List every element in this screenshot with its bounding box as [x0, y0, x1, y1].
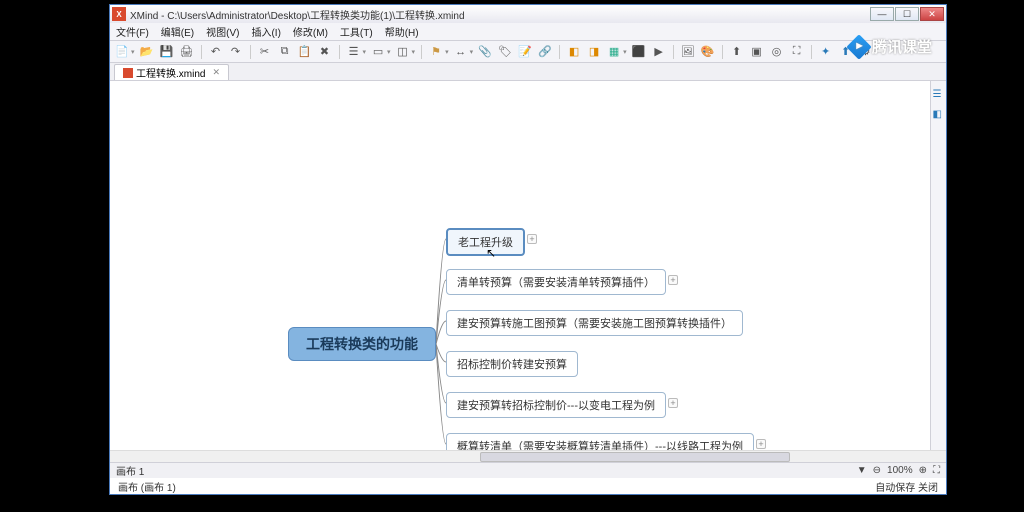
central-topic[interactable]: 工程转换类的功能 [288, 327, 436, 361]
paste-icon[interactable]: 📋 [297, 44, 313, 60]
drill-icon[interactable]: ▦ [606, 44, 622, 60]
delete-icon[interactable]: ✖ [317, 44, 333, 60]
expand-icon[interactable]: + [668, 398, 678, 408]
save-icon[interactable]: 💾 [159, 44, 175, 60]
theme-icon[interactable]: 🎨 [700, 44, 716, 60]
cut-icon[interactable]: ✂ [257, 44, 273, 60]
status-left: 画布 (画布 1) [118, 479, 176, 494]
open-icon[interactable]: 📂 [139, 44, 155, 60]
horizontal-scrollbar[interactable] [110, 450, 946, 462]
separator [811, 45, 812, 59]
callout-icon[interactable]: ◨ [586, 44, 602, 60]
expand-icon[interactable]: + [756, 439, 766, 449]
menu-item[interactable]: 帮助(H) [383, 23, 421, 40]
share-blue-icon[interactable]: ✦ [818, 44, 834, 60]
zoom-out-icon[interactable]: ⊖ [873, 465, 881, 476]
mindmap-node[interactable]: 概算转清单（需要安装概算转清单插件）---以线路工程为例 [446, 433, 754, 450]
main-row: 工程转换类的功能 老工程升级+清单转预算（需要安装清单转预算插件）+建安预算转施… [110, 81, 946, 450]
scroll-thumb[interactable] [480, 452, 790, 462]
fit-icon[interactable]: ⛶ [789, 44, 805, 60]
redo-icon[interactable]: ↷ [228, 44, 244, 60]
filter-icon[interactable]: ▼ [857, 465, 867, 476]
app-window: X XMind - C:\Users\Administrator\Desktop… [109, 4, 947, 495]
copy-icon[interactable]: ⧉ [277, 44, 293, 60]
sheet-bar: 画布 1 ▼ ⊖ 100% ⊕ ⛶ [110, 462, 946, 478]
tab-file[interactable]: 工程转换.xmind ✕ [114, 64, 229, 80]
brand-watermark: 腾讯课堂 [850, 36, 932, 57]
window-controls: — ☐ ✕ [870, 7, 944, 21]
canvas[interactable]: 工程转换类的功能 老工程升级+清单转预算（需要安装清单转预算插件）+建安预算转施… [110, 81, 930, 450]
fit-page-icon[interactable]: ⛶ [933, 465, 940, 476]
hyperlink-icon[interactable]: 🔗 [537, 44, 553, 60]
separator [722, 45, 723, 59]
new-file-icon[interactable]: 📄 [114, 44, 130, 60]
presentation-icon[interactable]: ▶ [651, 44, 667, 60]
separator [673, 45, 674, 59]
tab-label: 工程转换.xmind [136, 65, 205, 80]
tab-close-icon[interactable]: ✕ [212, 67, 220, 78]
menubar: 文件(F) 编辑(E) 视图(V) 插入(I) 修改(M) 工具(T) 帮助(H) [110, 23, 946, 41]
menu-item[interactable]: 文件(F) [114, 23, 151, 40]
layout-icon[interactable]: ⬛ [631, 44, 647, 60]
attachment-icon[interactable]: 📎 [477, 44, 493, 60]
tab-file-icon [123, 68, 133, 78]
sidebar-outline-icon[interactable]: ☰ [933, 89, 945, 101]
brand-text: 腾讯课堂 [872, 36, 932, 57]
export-icon[interactable]: ▣ [749, 44, 765, 60]
undo-icon[interactable]: ↶ [208, 44, 224, 60]
relationship-icon[interactable]: ↔ [453, 44, 469, 60]
brand-icon [846, 34, 871, 59]
separator [250, 45, 251, 59]
separator [201, 45, 202, 59]
separator [559, 45, 560, 59]
menu-item[interactable]: 工具(T) [338, 23, 375, 40]
menu-item[interactable]: 修改(M) [291, 23, 330, 40]
separator [339, 45, 340, 59]
status-bar: 画布 (画布 1) 自动保存 关闭 [110, 478, 946, 494]
zoom-controls: ▼ ⊖ 100% ⊕ ⛶ [857, 465, 940, 476]
outline-icon[interactable]: ☰ [346, 44, 362, 60]
zoom-in-icon[interactable]: ⊕ [919, 465, 927, 476]
menu-item[interactable]: 编辑(E) [159, 23, 196, 40]
share-icon[interactable]: ⬆ [729, 44, 745, 60]
note-icon[interactable]: 📝 [517, 44, 533, 60]
app-icon: X [112, 7, 126, 21]
expand-icon[interactable]: + [527, 234, 537, 244]
boundary-icon[interactable]: ◫ [395, 44, 411, 60]
mindmap-node[interactable]: 清单转预算（需要安装清单转预算插件） [446, 269, 666, 295]
close-button[interactable]: ✕ [920, 7, 944, 21]
summary-icon[interactable]: ◧ [566, 44, 582, 60]
status-autosave: 自动保存 关闭 [875, 479, 938, 494]
mindmap-node[interactable]: 建安预算转施工图预算（需要安装施工图预算转换插件） [446, 310, 743, 336]
tabs: 工程转换.xmind ✕ [110, 63, 946, 81]
menu-item[interactable]: 视图(V) [204, 23, 241, 40]
mindmap-node[interactable]: 老工程升级 [446, 228, 525, 256]
label-icon[interactable]: 🏷 [497, 44, 513, 60]
wallpaper-icon[interactable]: 🖼 [680, 44, 696, 60]
toolbar: 📄▾ 📂 💾 🖨 ↶ ↷ ✂ ⧉ 📋 ✖ ☰▾ ▭▾ ◫▾ ⚑▾ ↔▾ 📎 🏷 … [110, 41, 946, 63]
mindmap-node[interactable]: 招标控制价转建安预算 [446, 351, 578, 377]
window-title: XMind - C:\Users\Administrator\Desktop\工… [130, 7, 870, 22]
print-icon[interactable]: 🖨 [179, 44, 195, 60]
marker-icon[interactable]: ⚑ [428, 44, 444, 60]
sidebar-properties-icon[interactable]: ◧ [933, 109, 945, 121]
mindmap-node[interactable]: 建安预算转招标控制价---以变电工程为例 [446, 392, 666, 418]
right-sidebar: ☰ ◧ [930, 81, 946, 450]
sheet-tab[interactable]: 画布 1 [116, 463, 144, 478]
menu-item[interactable]: 插入(I) [249, 23, 282, 40]
expand-icon[interactable]: + [668, 275, 678, 285]
map-shot-icon[interactable]: ◎ [769, 44, 785, 60]
titlebar: X XMind - C:\Users\Administrator\Desktop… [110, 5, 946, 23]
maximize-button[interactable]: ☐ [895, 7, 919, 21]
zoom-level: 100% [887, 465, 913, 476]
separator [421, 45, 422, 59]
topic-icon[interactable]: ▭ [370, 44, 386, 60]
minimize-button[interactable]: — [870, 7, 894, 21]
